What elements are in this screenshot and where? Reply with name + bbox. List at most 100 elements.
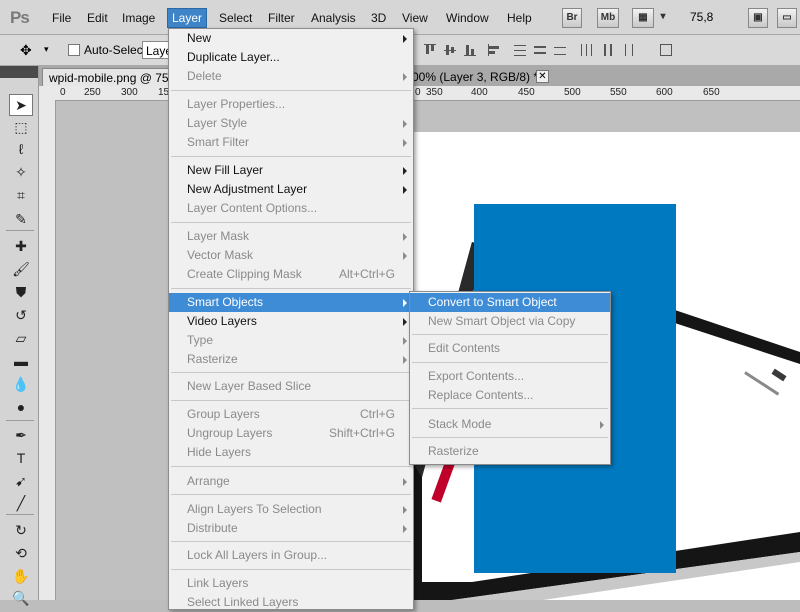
align-top-icon[interactable] xyxy=(422,42,438,58)
menu-item-vector-mask[interactable]: Vector Mask xyxy=(169,246,413,265)
menu-item-ungroup-layers[interactable]: Ungroup Layers Shift+Ctrl+G xyxy=(169,424,413,443)
path-selection-tool-icon[interactable]: ➹ xyxy=(10,471,32,491)
submenu-arrow-icon xyxy=(403,233,407,241)
marquee-tool-icon[interactable]: ⬚ xyxy=(10,117,32,137)
zoom-tool-icon[interactable]: 🔍 xyxy=(10,588,32,608)
clone-stamp-tool-icon[interactable]: ⛊ xyxy=(10,282,32,302)
ruler-tick-label: 0 xyxy=(415,87,421,98)
lasso-tool-icon[interactable]: ℓ xyxy=(10,139,32,159)
menu-item-export-contents[interactable]: Export Contents... xyxy=(410,367,610,386)
menu-item-rasterize[interactable]: Rasterize xyxy=(169,350,413,369)
bridge-icon[interactable]: Br xyxy=(562,8,582,28)
distribute-top-icon[interactable] xyxy=(512,42,528,58)
menu-select[interactable]: Select xyxy=(215,10,256,26)
menu-separator xyxy=(171,400,411,401)
menu-item-label: New Adjustment Layer xyxy=(187,182,308,196)
line-tool-icon[interactable]: ╱ xyxy=(10,493,32,513)
menu-item-create-clipping-mask[interactable]: Create Clipping Mask Alt+Ctrl+G xyxy=(169,265,413,284)
chevron-down-icon[interactable]: ▾ xyxy=(657,8,669,26)
align-vertical-center-icon[interactable] xyxy=(442,42,458,58)
submenu-arrow-icon xyxy=(403,186,407,194)
menu-item-rasterize[interactable]: Rasterize xyxy=(410,442,610,461)
menu-item-group-layers[interactable]: Group Layers Ctrl+G xyxy=(169,405,413,424)
menu-item-new[interactable]: New xyxy=(169,29,413,48)
healing-brush-tool-icon[interactable]: ✚ xyxy=(10,236,32,256)
menu-item-hide-layers[interactable]: Hide Layers xyxy=(169,443,413,462)
dodge-tool-icon[interactable]: ● xyxy=(10,397,32,417)
menu-item-new-fill-layer[interactable]: New Fill Layer xyxy=(169,161,413,180)
arrange-documents-icon[interactable]: ▣ xyxy=(748,8,768,28)
menu-item-select-linked-layers[interactable]: Select Linked Layers xyxy=(169,593,413,612)
menu-item-label: New Fill Layer xyxy=(187,163,264,177)
menu-item-layer-properties[interactable]: Layer Properties... xyxy=(169,95,413,114)
menu-separator xyxy=(171,541,411,542)
align-left-icon[interactable] xyxy=(486,42,502,58)
distribute-left-icon[interactable] xyxy=(578,42,594,58)
auto-select-checkbox[interactable] xyxy=(68,44,80,56)
menu-item-delete[interactable]: Delete xyxy=(169,67,413,86)
menu-view[interactable]: View xyxy=(398,10,432,26)
toolbox-divider xyxy=(6,230,34,231)
align-bottom-icon[interactable] xyxy=(462,42,478,58)
submenu-arrow-icon xyxy=(403,120,407,128)
quick-selection-tool-icon[interactable]: ✧ xyxy=(10,162,32,182)
eyedropper-tool-icon[interactable]: ✎ xyxy=(10,209,32,229)
menu-item-new-layer-based-slice[interactable]: New Layer Based Slice xyxy=(169,377,413,396)
3d-orbit-tool-icon[interactable]: ⟲ xyxy=(10,543,32,563)
screen-mode-icon[interactable]: ▭ xyxy=(777,8,797,28)
document-tab[interactable]: wpid-mobile.png @ 75 xyxy=(42,68,169,86)
menu-item-layer-content-options[interactable]: Layer Content Options... xyxy=(169,199,413,218)
menu-3d[interactable]: 3D xyxy=(367,10,390,26)
menu-item-replace-contents[interactable]: Replace Contents... xyxy=(410,386,610,405)
distribute-right-icon[interactable] xyxy=(620,42,636,58)
menu-layer[interactable]: Layer xyxy=(167,8,208,28)
menu-item-new-adjustment-layer[interactable]: New Adjustment Layer xyxy=(169,180,413,199)
brush-tool-icon[interactable]: 🖌 xyxy=(10,259,32,279)
mini-bridge-icon[interactable]: Mb xyxy=(597,8,619,28)
auto-align-icon[interactable] xyxy=(658,42,674,58)
menu-item-smart-objects[interactable]: Smart Objects xyxy=(169,293,413,312)
menu-analysis[interactable]: Analysis xyxy=(307,10,360,26)
menu-edit[interactable]: Edit xyxy=(83,10,112,26)
move-tool-icon[interactable]: ➤ xyxy=(9,94,33,116)
menu-item-label: Video Layers xyxy=(187,314,257,328)
menu-item-distribute[interactable]: Distribute xyxy=(169,519,413,538)
zoom-level[interactable]: 75,8 xyxy=(690,10,713,24)
close-icon[interactable]: ✕ xyxy=(536,70,549,83)
menu-item-new-smart-object-via-copy[interactable]: New Smart Object via Copy xyxy=(410,312,610,331)
menu-item-layer-style[interactable]: Layer Style xyxy=(169,114,413,133)
hand-tool-icon[interactable]: ✋ xyxy=(10,566,32,586)
menu-item-convert-to-smart-object[interactable]: Convert to Smart Object xyxy=(410,293,610,312)
menu-window[interactable]: Window xyxy=(442,10,493,26)
chevron-down-icon[interactable]: ▾ xyxy=(44,44,49,55)
menu-help[interactable]: Help xyxy=(503,10,536,26)
menu-item-stack-mode[interactable]: Stack Mode xyxy=(410,415,610,434)
menu-item-lock-all-layers[interactable]: Lock All Layers in Group... xyxy=(169,546,413,565)
menu-item-layer-mask[interactable]: Layer Mask xyxy=(169,227,413,246)
gradient-tool-icon[interactable]: ▬ xyxy=(10,351,32,371)
distribute-horizontal-icon[interactable] xyxy=(600,42,616,58)
menu-item-arrange[interactable]: Arrange xyxy=(169,472,413,491)
blur-tool-icon[interactable]: 💧 xyxy=(10,374,32,394)
distribute-vertical-icon[interactable] xyxy=(532,42,548,58)
type-tool-icon[interactable]: T xyxy=(10,448,32,468)
menu-image[interactable]: Image xyxy=(118,10,159,26)
move-tool-icon[interactable]: ✥ xyxy=(20,42,32,59)
3d-rotate-tool-icon[interactable]: ↻ xyxy=(10,520,32,540)
menu-filter[interactable]: Filter xyxy=(264,10,299,26)
crop-tool-icon[interactable]: ⌗ xyxy=(10,185,32,205)
menu-item-duplicate-layer[interactable]: Duplicate Layer... xyxy=(169,48,413,67)
ruler-tick-label: 650 xyxy=(703,87,720,98)
history-brush-tool-icon[interactable]: ↺ xyxy=(10,305,32,325)
menu-item-smart-filter[interactable]: Smart Filter xyxy=(169,133,413,152)
distribute-bottom-icon[interactable] xyxy=(552,42,568,58)
menu-item-edit-contents[interactable]: Edit Contents xyxy=(410,339,610,358)
menu-item-video-layers[interactable]: Video Layers xyxy=(169,312,413,331)
pen-tool-icon[interactable]: ✒ xyxy=(10,425,32,445)
menu-file[interactable]: File xyxy=(48,10,75,26)
menu-item-align-layers[interactable]: Align Layers To Selection xyxy=(169,500,413,519)
extras-icon[interactable]: ▦ xyxy=(632,8,654,28)
eraser-tool-icon[interactable]: ▱ xyxy=(10,328,32,348)
menu-item-link-layers[interactable]: Link Layers xyxy=(169,574,413,593)
menu-item-type[interactable]: Type xyxy=(169,331,413,350)
